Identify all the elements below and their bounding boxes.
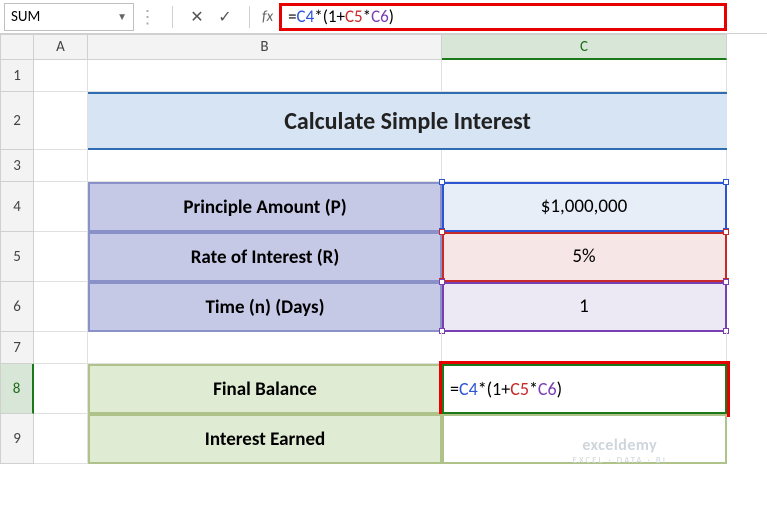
row-header-8[interactable]: 8 xyxy=(0,364,34,414)
divider xyxy=(249,6,250,28)
cell[interactable] xyxy=(34,232,88,282)
active-cell-c8[interactable]: =C4*(1+C5*C6) xyxy=(442,364,727,414)
cell[interactable] xyxy=(34,60,88,92)
cell[interactable] xyxy=(34,332,88,364)
cell[interactable] xyxy=(34,182,88,232)
cell[interactable] xyxy=(34,150,88,182)
chevron-down-icon[interactable]: ▼ xyxy=(117,10,127,23)
formula-bar: SUM ▼ ⋮ ✕ ✓ fx =C4*(1+C5*C6) xyxy=(0,0,767,34)
title-cell[interactable]: Calculate Simple Interest xyxy=(88,92,727,150)
value-principle[interactable]: $1,000,000 xyxy=(442,182,727,232)
formula-input[interactable]: =C4*(1+C5*C6) xyxy=(279,3,727,31)
cell[interactable] xyxy=(34,414,88,464)
label-rate[interactable]: Rate of Interest (R) xyxy=(88,232,442,282)
cell[interactable] xyxy=(88,150,442,182)
cell[interactable] xyxy=(34,92,88,150)
cancel-icon[interactable]: ✕ xyxy=(183,3,211,31)
col-header-c[interactable]: C xyxy=(442,34,727,60)
col-header-a[interactable]: A xyxy=(34,34,88,60)
cell[interactable] xyxy=(442,332,727,364)
row-header-4[interactable]: 4 xyxy=(0,182,34,232)
label-interest-earned[interactable]: Interest Earned xyxy=(88,414,442,464)
label-final-balance[interactable]: Final Balance xyxy=(88,364,442,414)
watermark: exceldemy EXCEL · DATA · BI xyxy=(573,436,667,466)
name-box[interactable]: SUM ▼ xyxy=(4,3,134,31)
row-header-3[interactable]: 3 xyxy=(0,150,34,182)
cell[interactable] xyxy=(442,60,727,92)
more-icon[interactable]: ⋮ xyxy=(134,3,162,31)
grid: 1 2 Calculate Simple Interest 3 4 Princi… xyxy=(0,60,767,464)
row-header-5[interactable]: 5 xyxy=(0,232,34,282)
value-time[interactable]: 1 xyxy=(442,282,727,332)
row-header-2[interactable]: 2 xyxy=(0,92,34,150)
row-header-7[interactable]: 7 xyxy=(0,332,34,364)
name-box-text: SUM xyxy=(11,8,40,26)
cell[interactable] xyxy=(442,150,727,182)
value-rate[interactable]: 5% xyxy=(442,232,727,282)
row-header-9[interactable]: 9 xyxy=(0,414,34,464)
row-header-6[interactable]: 6 xyxy=(0,282,34,332)
cell[interactable] xyxy=(34,282,88,332)
divider xyxy=(172,6,173,28)
cell[interactable] xyxy=(88,60,442,92)
fx-icon[interactable]: fx xyxy=(262,8,273,26)
col-header-b[interactable]: B xyxy=(88,34,442,60)
label-principle[interactable]: Principle Amount (P) xyxy=(88,182,442,232)
select-all-corner[interactable] xyxy=(0,34,34,60)
confirm-icon[interactable]: ✓ xyxy=(211,3,239,31)
cell[interactable] xyxy=(34,364,88,414)
label-time[interactable]: Time (n) (Days) xyxy=(88,282,442,332)
cell[interactable] xyxy=(88,332,442,364)
row-header-1[interactable]: 1 xyxy=(0,60,34,92)
